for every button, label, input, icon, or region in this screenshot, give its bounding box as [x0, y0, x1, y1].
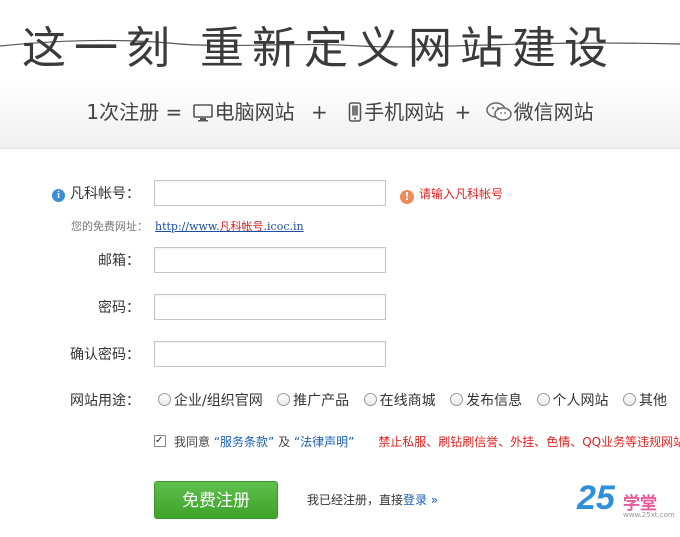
- product-wechat: 微信网站: [513, 100, 594, 124]
- password-input-box[interactable]: [154, 294, 386, 320]
- confirm-row: 确认密码：: [0, 341, 680, 369]
- purpose-radio-group: 企业/组织官网 推广产品 在线商城 发布信息 个人网站 其他: [158, 387, 667, 415]
- monitor-icon: [192, 103, 213, 127]
- legal-link[interactable]: “法律声明”: [294, 435, 354, 449]
- url-label: 您的免费网址：: [71, 220, 148, 233]
- agree-text: 我同意: [174, 435, 211, 449]
- radio-icon[interactable]: [363, 393, 377, 406]
- agreement-row: 我同意 “服务条款” 及 “法律声明” 禁止私服、刷钻刷信誉、外挂、色情、QQ业…: [154, 431, 680, 452]
- slogan-text: 这一刻 重新定义网站建设: [22, 23, 616, 74]
- product-mobile: 手机网站: [364, 100, 445, 124]
- radio-icon[interactable]: [158, 393, 171, 406]
- url-row: 您的免费网址： http://www.凡科帐号.icoc.in: [0, 217, 680, 237]
- purpose-option-info[interactable]: 发布信息: [450, 387, 522, 415]
- alert-icon: !: [400, 190, 414, 204]
- email-row: 邮箱：: [0, 247, 680, 275]
- info-icon: i: [52, 189, 65, 202]
- agree-checkbox[interactable]: [154, 431, 166, 451]
- sub-prefix: 1次注册 =: [86, 100, 183, 124]
- purpose-option-promotion[interactable]: 推广产品: [277, 387, 349, 415]
- account-row: i 凡科帐号： ! 请输入凡科帐号: [0, 180, 680, 208]
- radio-icon[interactable]: [622, 393, 636, 406]
- prohibited-warning: 禁止私服、刷钻刷信誉、外挂、色情、QQ业务等违规网站。: [378, 435, 680, 449]
- password-input[interactable]: [155, 295, 385, 319]
- password-label: 密码：: [98, 300, 140, 316]
- login-link[interactable]: 登录 »: [403, 493, 438, 507]
- account-error: ! 请输入凡科帐号: [400, 180, 503, 208]
- email-input-box[interactable]: [154, 247, 386, 273]
- purpose-label: 网站用途：: [70, 393, 140, 409]
- confirm-password-label: 确认密码：: [70, 347, 140, 363]
- purpose-option-personal[interactable]: 个人网站: [536, 387, 609, 415]
- watermark-url: www.25xt.com: [623, 511, 675, 519]
- free-url-link[interactable]: http://www.凡科帐号.icoc.in: [155, 217, 304, 237]
- account-label: i 凡科帐号：: [52, 180, 140, 208]
- register-button[interactable]: 免费注册: [154, 481, 278, 519]
- header-banner: 这一刻 重新定义网站建设 1次注册 = 电脑网站 + 手机网站 + 微信网站: [0, 0, 680, 149]
- phone-icon: [348, 102, 362, 127]
- password-row: 密码：: [0, 294, 680, 322]
- plus-sign: +: [454, 100, 472, 124]
- account-input-box[interactable]: [154, 180, 386, 206]
- purpose-option-shop[interactable]: 在线商城: [363, 387, 436, 415]
- purpose-row: 网站用途： 企业/组织官网 推广产品 在线商城 发布信息 个人网站 其他: [0, 387, 680, 415]
- email-input[interactable]: [155, 248, 385, 272]
- radio-icon[interactable]: [536, 393, 550, 406]
- product-pc: 电脑网站: [214, 100, 295, 124]
- login-prompt: 我已经注册，直接登录 »: [307, 493, 439, 507]
- platform-summary: 1次注册 = 电脑网站 + 手机网站 + 微信网站: [0, 96, 680, 127]
- radio-icon[interactable]: [450, 393, 464, 406]
- terms-link[interactable]: “服务条款”: [214, 435, 274, 449]
- watermark-number: 25: [577, 479, 615, 517]
- plus-sign: +: [310, 100, 328, 124]
- agree-and: 及: [278, 435, 291, 449]
- wechat-icon: [485, 102, 512, 127]
- account-input[interactable]: [155, 181, 385, 205]
- confirm-input-box[interactable]: [154, 341, 386, 367]
- slogan: 这一刻 重新定义网站建设: [0, 20, 680, 78]
- confirm-password-input[interactable]: [155, 342, 385, 366]
- purpose-option-corporate[interactable]: 企业/组织官网: [158, 387, 263, 415]
- email-label: 邮箱：: [98, 253, 140, 269]
- radio-icon[interactable]: [277, 393, 291, 406]
- purpose-option-other[interactable]: 其他: [622, 387, 667, 415]
- watermark-logo: 25 学堂 www.25xt.com: [577, 479, 677, 525]
